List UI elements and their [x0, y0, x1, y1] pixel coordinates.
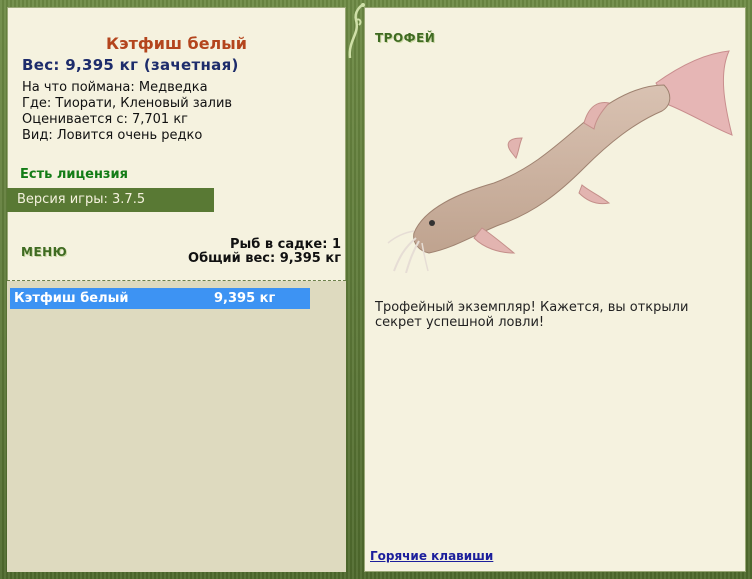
keepnet-list: [7, 281, 346, 572]
trophy-threshold-info: Оценивается с: 7,701 кг: [22, 112, 189, 127]
rarity-info: Вид: Ловится очень редко: [22, 128, 203, 143]
bait-info: На что поймана: Медведка: [22, 80, 208, 95]
fish-weight: Вес: 9,395 кг (зачетная): [22, 56, 239, 74]
vine-ornament-icon: [348, 2, 365, 59]
menu-button[interactable]: МЕНЮ: [21, 245, 67, 259]
trophy-panel: ТРОФЕЙ Трофейный экземпляр! Кажется, вы …: [364, 7, 746, 572]
keepnet-item-name: Кэтфиш белый: [14, 291, 129, 306]
location-info: Где: Тиорати, Кленовый залив: [22, 96, 233, 111]
keepnet-count: Рыб в садке: 1: [229, 237, 341, 252]
fish-info-panel: Кэтфиш белый Вес: 9,395 кг (зачетная) На…: [7, 7, 346, 572]
keepnet-list-item[interactable]: Кэтфиш белый 9,395 кг: [10, 288, 310, 309]
license-status: Есть лицензия: [20, 167, 128, 182]
fish-title: Кэтфиш белый: [106, 34, 247, 53]
hotkeys-link[interactable]: Горячие клавиши: [370, 549, 493, 563]
trophy-message: Трофейный экземпляр! Кажется, вы открыли…: [375, 300, 689, 330]
game-version: Версия игры: 3.7.5: [7, 188, 214, 212]
keepnet-total-weight: Общий вес: 9,395 кг: [188, 251, 341, 266]
keepnet-item-weight: 9,395 кг: [214, 291, 276, 306]
catfish-image: [387, 50, 733, 273]
